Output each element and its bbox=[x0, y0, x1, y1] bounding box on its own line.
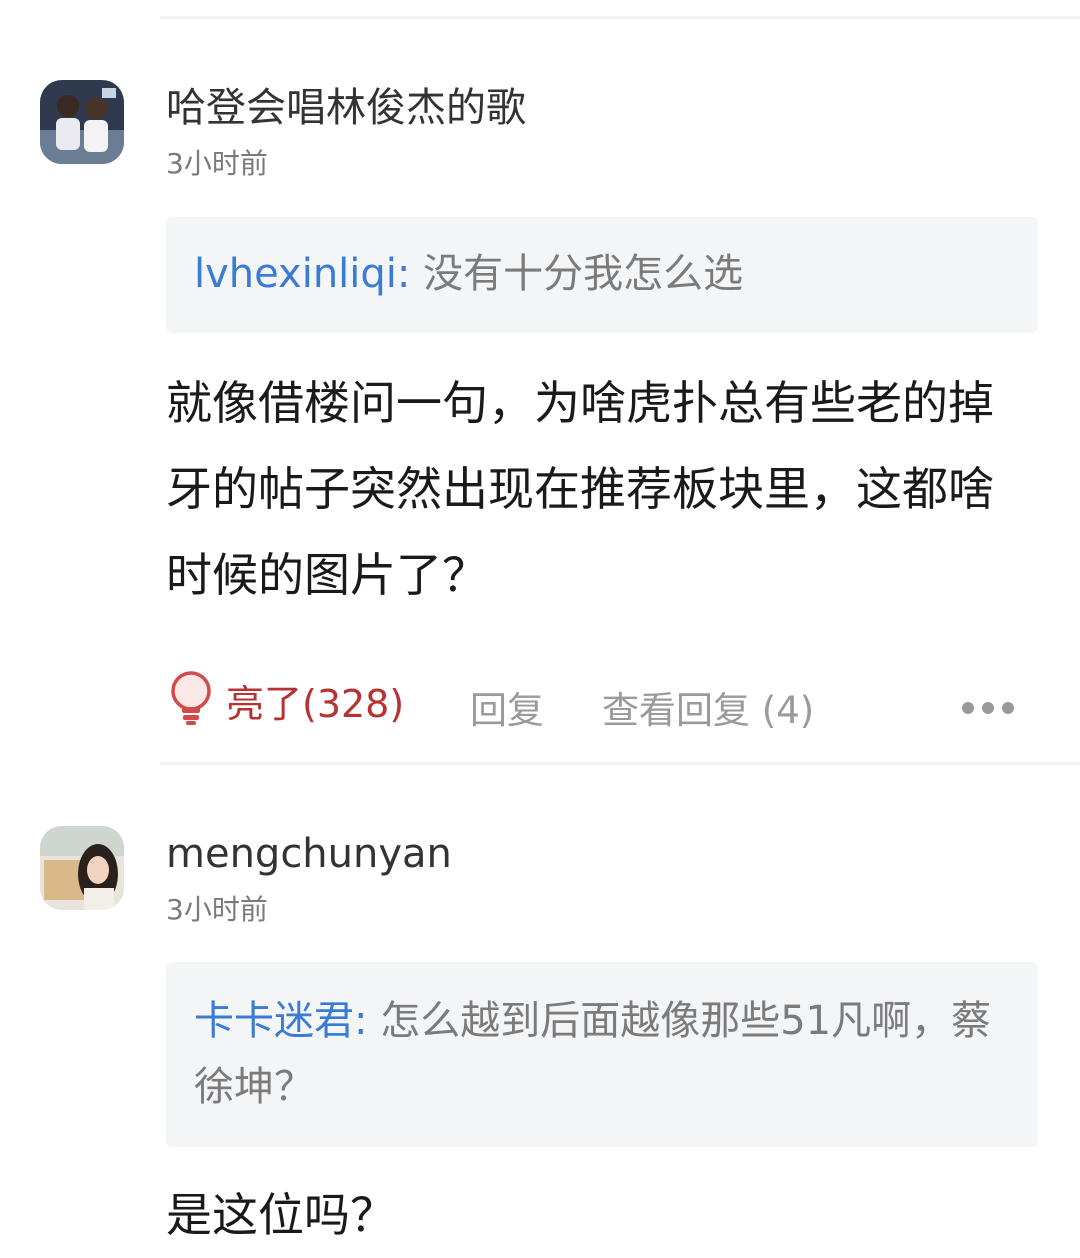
more-dots-icon[interactable] bbox=[962, 702, 1014, 714]
username[interactable]: 哈登会唱林俊杰的歌 bbox=[166, 88, 526, 128]
lightbulb-icon bbox=[166, 670, 216, 730]
timestamp: 3小时前 bbox=[166, 147, 268, 180]
quoted-reply[interactable]: lvhexinliqi: 没有十分我怎么选 bbox=[166, 217, 1038, 333]
comment-actions: 亮了(328) 回复 查看回复 (4) bbox=[166, 670, 1080, 732]
avatar[interactable] bbox=[40, 80, 124, 164]
quoted-username[interactable]: lvhexinliqi: bbox=[194, 251, 410, 297]
timestamp: 3小时前 bbox=[166, 893, 268, 926]
username[interactable]: mengchunyan bbox=[166, 834, 452, 874]
quoted-username[interactable]: 卡卡迷君: bbox=[194, 998, 367, 1044]
quoted-reply[interactable]: 卡卡迷君: 怎么越到后面越像那些51凡啊，蔡徐坤？ bbox=[166, 962, 1038, 1147]
view-replies-button[interactable]: 查看回复 (4) bbox=[602, 680, 814, 734]
reply-button[interactable]: 回复 bbox=[470, 680, 544, 734]
comment-divider bbox=[160, 762, 1080, 765]
like-button[interactable]: 亮了(328) bbox=[166, 670, 404, 730]
quoted-text: 没有十分我怎么选 bbox=[410, 251, 744, 297]
comment-body: 是这位吗？ bbox=[166, 1188, 396, 1242]
avatar[interactable] bbox=[40, 826, 124, 910]
like-count: 亮了(328) bbox=[226, 681, 405, 726]
comment-body: 就像借楼问一句，为啥虎扑总有些老的掉牙的帖子突然出现在推荐板块里，这都啥时候的图… bbox=[166, 376, 994, 602]
top-divider bbox=[160, 16, 1080, 19]
